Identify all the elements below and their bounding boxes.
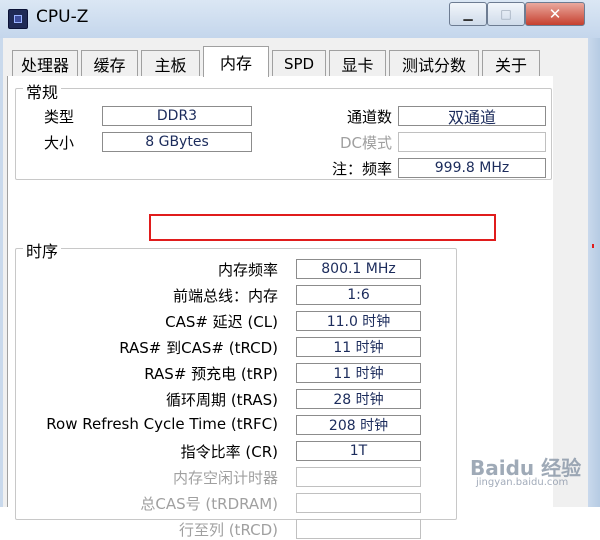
fsb-dram-value: 1:6: [296, 285, 421, 305]
tab-about[interactable]: 关于: [482, 50, 540, 76]
dram-idle-timer-value: [296, 467, 421, 487]
tab-memory[interactable]: 内存: [203, 46, 269, 77]
minimize-button[interactable]: ▁: [449, 2, 487, 26]
fsb-dram-label: 前端总线：内存: [172, 287, 278, 305]
dram-frequency-value: 800.1 MHz: [296, 259, 421, 279]
total-cas-value: [296, 493, 421, 513]
command-rate-value: 1T: [296, 441, 421, 461]
memory-panel: 常规 类型 DDR3 大小 8 GBytes 通道数 双通道 DC模式 注：频率…: [7, 76, 553, 539]
tab-cache[interactable]: 缓存: [81, 50, 138, 76]
dc-mode-label: DC模式: [339, 134, 392, 152]
ras-precharge-label: RAS# 预充电 (tRP): [144, 365, 278, 383]
red-marker: [592, 244, 594, 248]
trfc-label: Row Refresh Cycle Time (tRFC): [46, 415, 278, 433]
dc-mode-value: [398, 132, 546, 152]
ras-to-cas-label: RAS# 到CAS# (tRCD): [119, 339, 278, 357]
note-freq-value: 999.8 MHz: [398, 158, 546, 178]
cas-latency-value: 11.0 时钟: [296, 311, 421, 331]
title-bar: CPU-Z ▁ □ ✕: [0, 0, 600, 38]
channels-label: 通道数: [346, 108, 392, 126]
channels-value: 双通道: [398, 106, 546, 127]
row-to-column-label: 行至列 (tRCD): [178, 521, 278, 539]
tab-graphics[interactable]: 显卡: [329, 50, 386, 76]
type-value: DDR3: [102, 106, 252, 126]
main-area: 处理器 缓存 主板 内存 SPD 显卡 测试分数 关于 常规 类型 DDR3 大…: [3, 38, 588, 539]
baidu-watermark-url: jingyan.baidu.com: [476, 477, 569, 488]
general-group-label: 常规: [23, 79, 62, 103]
close-button[interactable]: ✕: [525, 2, 585, 26]
ras-to-cas-value: 11 时钟: [296, 337, 421, 357]
window-right-border: [588, 38, 600, 507]
tab-spd[interactable]: SPD: [272, 50, 326, 76]
size-value: 8 GBytes: [102, 132, 252, 152]
type-label: 类型: [44, 108, 75, 126]
dram-frequency-label: 内存频率: [217, 261, 278, 279]
maximize-button[interactable]: □: [487, 2, 525, 26]
highlight-box: [149, 214, 496, 241]
cas-latency-label: CAS# 延迟 (CL): [165, 313, 278, 331]
cycle-time-value: 28 时钟: [296, 389, 421, 409]
cpuz-app-icon: [8, 9, 28, 29]
ras-precharge-value: 11 时钟: [296, 363, 421, 383]
dram-idle-timer-label: 内存空闲计时器: [172, 469, 278, 487]
note-freq-label: 注：频率: [331, 160, 392, 178]
size-label: 大小: [44, 134, 75, 152]
cycle-time-label: 循环周期 (tRAS): [166, 391, 278, 409]
window-title: CPU-Z: [36, 7, 89, 27]
tab-mainboard[interactable]: 主板: [141, 50, 200, 76]
command-rate-label: 指令比率 (CR): [180, 443, 278, 461]
tab-processor[interactable]: 处理器: [12, 50, 78, 76]
tab-bench[interactable]: 测试分数: [389, 50, 479, 76]
trfc-value: 208 时钟: [296, 415, 421, 435]
total-cas-label: 总CAS号 (tRDRAM): [140, 495, 278, 513]
row-to-column-value: [296, 519, 421, 539]
